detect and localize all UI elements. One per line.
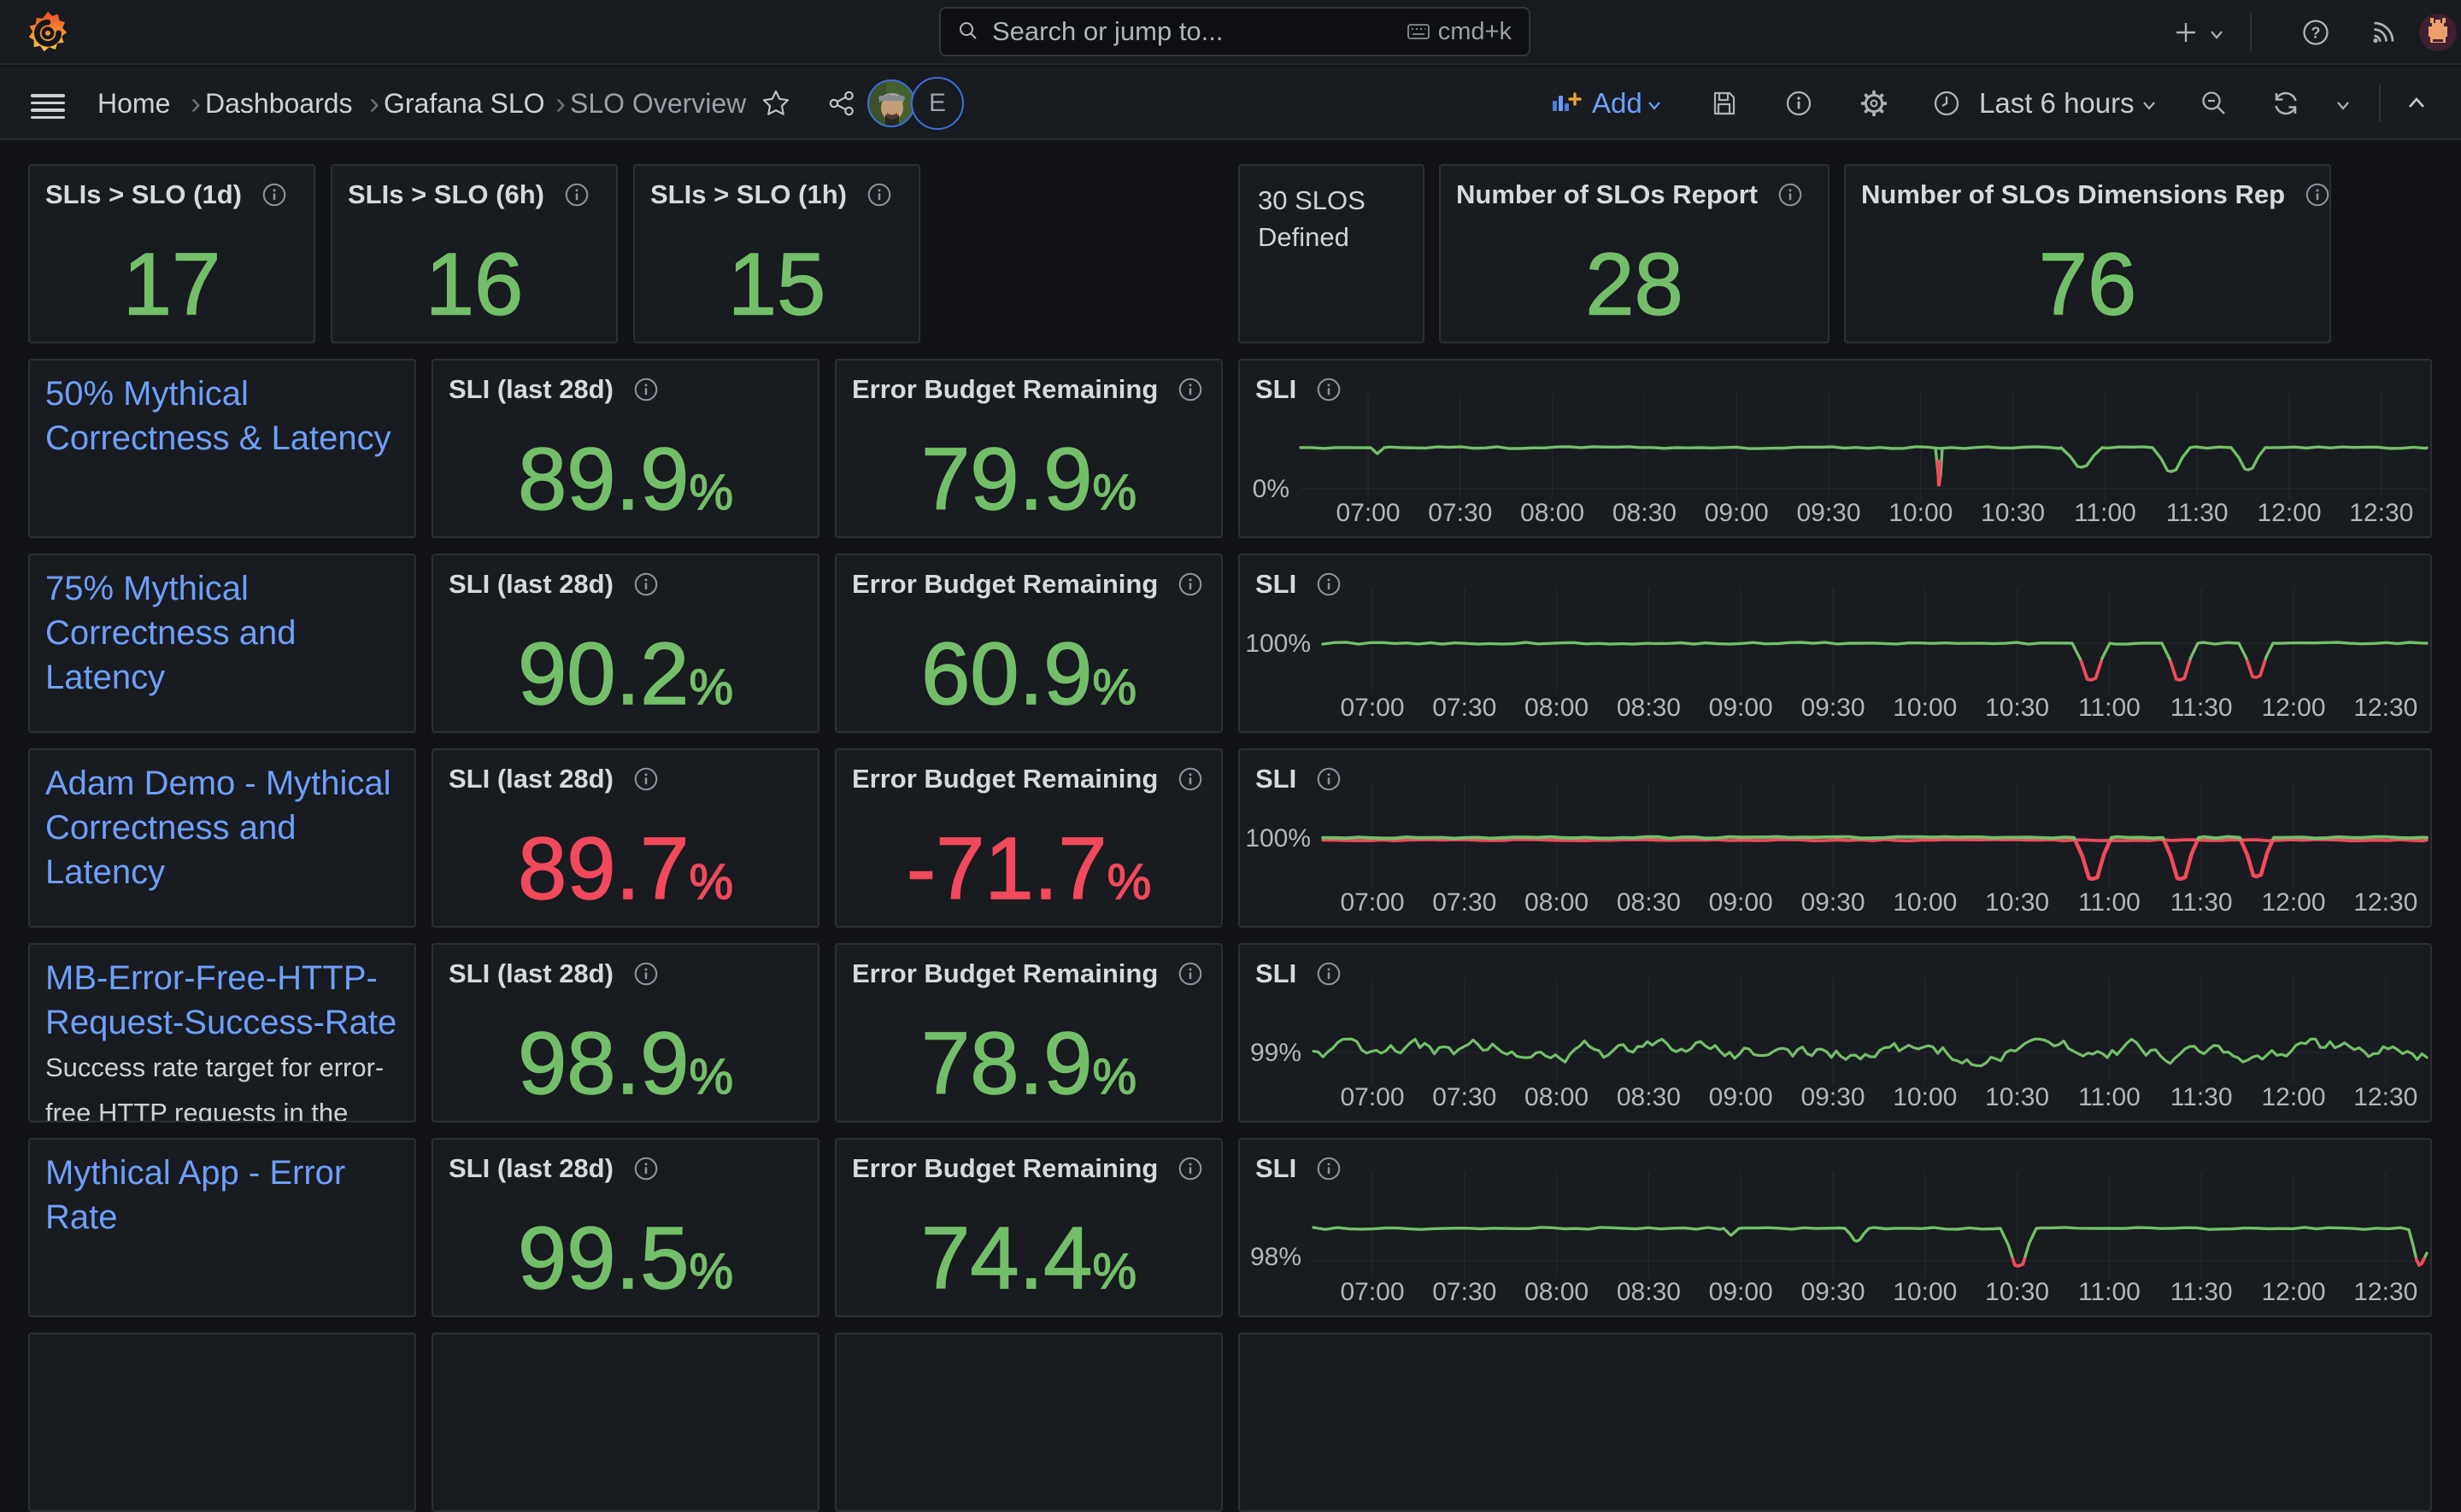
svg-text:12:30: 12:30: [2353, 1278, 2417, 1306]
svg-text:07:00: 07:00: [1340, 1083, 1404, 1111]
svg-text:09:00: 09:00: [1705, 499, 1769, 527]
svg-text:08:30: 08:30: [1617, 1278, 1681, 1306]
svg-text:07:00: 07:00: [1340, 1278, 1404, 1306]
svg-text:07:00: 07:00: [1340, 694, 1404, 722]
svg-text:10:00: 10:00: [1893, 888, 1957, 917]
svg-text:09:00: 09:00: [1709, 1083, 1773, 1111]
svg-text:08:30: 08:30: [1617, 888, 1681, 917]
svg-text:10:00: 10:00: [1893, 1278, 1957, 1306]
svg-text:11:00: 11:00: [2078, 888, 2141, 917]
svg-text:11:00: 11:00: [2078, 1278, 2141, 1306]
svg-text:07:30: 07:30: [1432, 694, 1496, 722]
svg-text:12:30: 12:30: [2349, 499, 2413, 527]
svg-text:07:30: 07:30: [1432, 888, 1496, 917]
svg-text:09:30: 09:30: [1800, 694, 1865, 722]
svg-text:07:00: 07:00: [1340, 888, 1404, 917]
svg-text:11:00: 11:00: [2074, 499, 2136, 527]
svg-text:12:00: 12:00: [2261, 1278, 2325, 1306]
svg-text:0%: 0%: [1253, 475, 1289, 503]
svg-text:08:00: 08:00: [1524, 1278, 1589, 1306]
svg-text:10:30: 10:30: [1985, 694, 2049, 722]
svg-text:10:00: 10:00: [1893, 694, 1957, 722]
svg-text:09:00: 09:00: [1709, 888, 1773, 917]
svg-text:11:00: 11:00: [2078, 694, 2141, 722]
svg-text:08:00: 08:00: [1520, 499, 1584, 527]
svg-text:09:30: 09:30: [1800, 1278, 1865, 1306]
svg-text:08:30: 08:30: [1617, 694, 1681, 722]
svg-text:11:30: 11:30: [2170, 1278, 2233, 1306]
svg-text:99%: 99%: [1250, 1039, 1301, 1067]
svg-text:100%: 100%: [1245, 630, 1311, 658]
svg-text:08:00: 08:00: [1524, 888, 1589, 917]
svg-text:12:30: 12:30: [2353, 694, 2417, 722]
svg-text:07:30: 07:30: [1432, 1278, 1496, 1306]
svg-text:11:00: 11:00: [2078, 1083, 2141, 1111]
svg-text:12:00: 12:00: [2261, 888, 2325, 917]
svg-text:07:30: 07:30: [1432, 1083, 1496, 1111]
svg-text:08:30: 08:30: [1612, 499, 1677, 527]
svg-text:10:30: 10:30: [1985, 1278, 2049, 1306]
svg-text:?: ?: [2311, 25, 2321, 42]
svg-text:10:00: 10:00: [1893, 1083, 1957, 1111]
svg-text:08:30: 08:30: [1617, 1083, 1681, 1111]
svg-text:07:30: 07:30: [1428, 499, 1492, 527]
svg-text:09:00: 09:00: [1709, 694, 1773, 722]
svg-text:10:00: 10:00: [1888, 499, 1953, 527]
svg-text:08:00: 08:00: [1524, 694, 1589, 722]
svg-text:10:30: 10:30: [1985, 1083, 2049, 1111]
svg-text:12:00: 12:00: [2261, 1083, 2325, 1111]
svg-text:100%: 100%: [1245, 824, 1311, 853]
svg-text:12:30: 12:30: [2353, 1083, 2417, 1111]
svg-text:12:00: 12:00: [2257, 499, 2321, 527]
svg-text:12:00: 12:00: [2261, 694, 2325, 722]
svg-text:09:30: 09:30: [1796, 499, 1860, 527]
svg-text:12:30: 12:30: [2353, 888, 2417, 917]
svg-text:11:30: 11:30: [2170, 888, 2233, 917]
svg-text:10:30: 10:30: [1981, 499, 2045, 527]
svg-text:98%: 98%: [1250, 1243, 1301, 1271]
svg-text:09:00: 09:00: [1709, 1278, 1773, 1306]
svg-text:07:00: 07:00: [1336, 499, 1400, 527]
svg-text:09:30: 09:30: [1800, 888, 1865, 917]
svg-text:11:30: 11:30: [2170, 1083, 2233, 1111]
svg-text:10:30: 10:30: [1985, 888, 2049, 917]
svg-text:09:30: 09:30: [1800, 1083, 1865, 1111]
svg-text:11:30: 11:30: [2166, 499, 2229, 527]
svg-text:11:30: 11:30: [2170, 694, 2233, 722]
svg-text:08:00: 08:00: [1524, 1083, 1589, 1111]
